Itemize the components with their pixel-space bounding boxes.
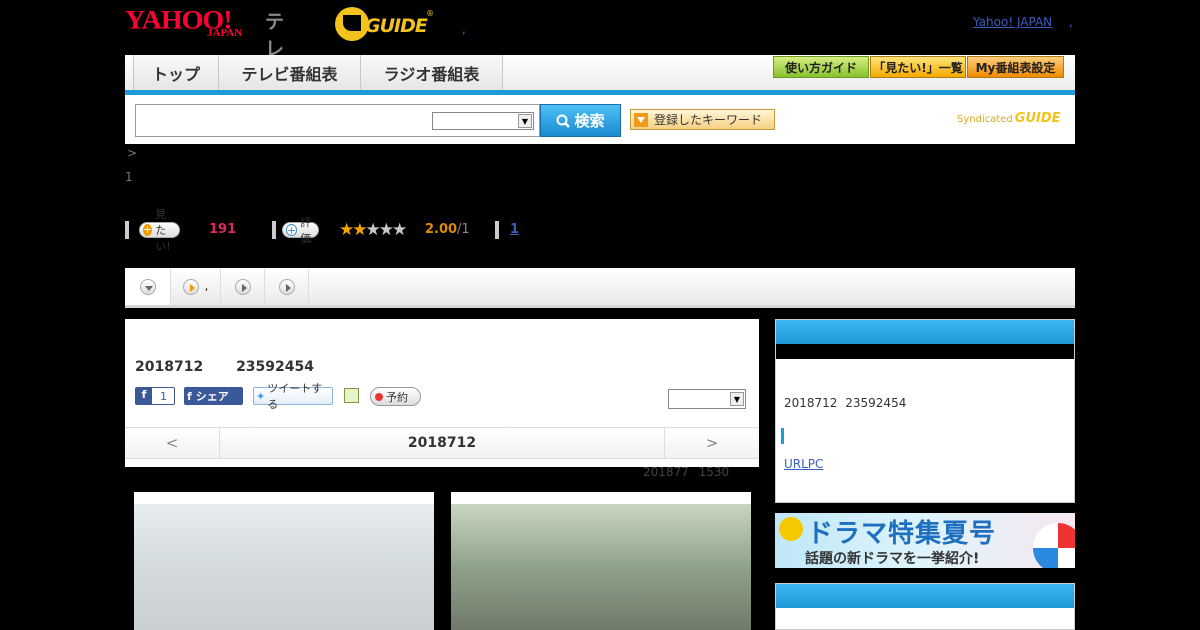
mitai-count: 191 xyxy=(209,222,237,237)
drama-special-banner[interactable]: ドラマ特集夏号 話題の新ドラマを一挙紹介! xyxy=(775,513,1075,568)
mitai-label: 見たい! xyxy=(155,208,171,253)
chevron-down-icon: ▼ xyxy=(730,392,744,406)
play-icon xyxy=(234,278,251,295)
banner-title: ドラマ特集夏号 xyxy=(807,519,997,549)
facebook-share-label: シェア xyxy=(195,390,229,403)
tab-radio-schedule[interactable]: ラジオ番組表 xyxy=(361,55,503,90)
plus-icon: + xyxy=(143,223,153,236)
search-bar: ▼ 検索 登録したキーワード Syndicated GUIDE xyxy=(125,95,1075,144)
play-icon xyxy=(182,278,199,295)
facebook-like-count: 1 xyxy=(160,389,167,403)
sun-icon xyxy=(779,517,803,541)
main-nav: トップ テレビ番組表 ラジオ番組表 使い方ガイド 「見たい!」一覧 My番組表設… xyxy=(125,55,1075,95)
registered-mark-icon: ® xyxy=(426,9,434,18)
yahoo-japan-link[interactable]: Yahoo! JAPAN xyxy=(973,15,1052,29)
my-schedule-settings-button[interactable]: My番組表設定 xyxy=(967,56,1064,78)
sidebar-panel: 2018712 23592454 URLPC xyxy=(775,319,1075,503)
reserve-button[interactable]: 予約 xyxy=(370,387,421,406)
saved-keywords-label: 登録したキーワード xyxy=(654,113,763,127)
subtab-2-label: , xyxy=(204,280,209,293)
tab-tv-schedule[interactable]: テレビ番組表 xyxy=(219,55,361,90)
tweet-label: ツイートする xyxy=(267,382,323,411)
facebook-icon: f xyxy=(136,388,152,404)
syndicated-gguide-logo: Syndicated GUIDE xyxy=(957,111,1061,126)
facebook-share-button[interactable]: f シェア xyxy=(184,387,243,405)
facebook-icon: f xyxy=(187,389,192,403)
updated-timestamp: 201877 1530 xyxy=(643,465,730,479)
program-subtabs: , xyxy=(125,268,1075,308)
facebook-like-button[interactable]: f1 xyxy=(135,387,175,405)
star-empty-icon: ★ xyxy=(392,220,407,240)
rating-stars: ★★★★★ xyxy=(339,220,407,240)
reviews-link[interactable]: 1 xyxy=(510,222,519,237)
rate-label: 評価 xyxy=(300,216,312,245)
outdoor-scene-image xyxy=(451,504,751,630)
star-filled-icon: ★ xyxy=(352,220,367,240)
tab-top[interactable]: トップ xyxy=(133,55,219,90)
chevron-down-icon: ▼ xyxy=(518,114,532,128)
subtab-1[interactable] xyxy=(125,268,171,305)
syndicated-logo-text: GUIDE xyxy=(1014,111,1061,126)
section-marker xyxy=(781,428,784,444)
banner-subtitle: 話題の新ドラマを一挙紹介! xyxy=(805,551,980,567)
calendar-add-icon[interactable] xyxy=(344,388,359,403)
star-empty-icon: ★ xyxy=(365,220,381,240)
record-dot-icon xyxy=(375,392,383,401)
previous-date-button[interactable]: < xyxy=(125,428,220,458)
twitter-bird-icon: ✦ xyxy=(256,389,266,403)
office-scene-image xyxy=(134,504,434,630)
gguide-logo-text: GUIDE xyxy=(365,15,428,37)
search-button-label: 検索 xyxy=(574,112,605,130)
sidebar-header xyxy=(776,320,1074,344)
sidebar-header-2 xyxy=(776,584,1074,608)
sidebar-date: 2018712 23592454 xyxy=(784,396,907,410)
play-icon xyxy=(278,278,295,295)
breadcrumb-arrow: > xyxy=(127,146,138,160)
divider xyxy=(272,221,276,239)
mitai-list-button[interactable]: 「見たい!」一覧 xyxy=(870,56,966,78)
mitai-button[interactable]: + 見たい! xyxy=(139,208,181,253)
reserve-label: 予約 xyxy=(386,390,408,404)
current-date: 2018712 xyxy=(407,435,477,451)
gguide-g-icon xyxy=(335,7,369,41)
dropdown-arrow-icon xyxy=(634,112,648,127)
search-icon xyxy=(556,114,571,128)
rate-button[interactable]: + 評価 xyxy=(282,216,319,245)
date-navigation: < 2018712 > xyxy=(125,427,759,459)
rating-count: /1 xyxy=(457,222,470,237)
breadcrumb-line: 1 xyxy=(125,170,133,184)
saved-keywords-button[interactable]: 登録したキーワード xyxy=(630,109,775,130)
subtab-2[interactable]: , xyxy=(171,268,221,305)
tweet-button[interactable]: ✦ ツイートする xyxy=(253,382,333,411)
japan-logo-text: JAPAN xyxy=(207,27,243,39)
search-category-select[interactable]: ▼ xyxy=(432,112,534,130)
star-empty-icon: ★ xyxy=(378,220,394,240)
divider xyxy=(495,221,499,239)
rating-value: 2.00 xyxy=(425,222,458,237)
star-filled-icon: ★ xyxy=(339,220,354,240)
header-separator: , xyxy=(462,22,466,36)
gguide-logo[interactable]: GUIDE ® xyxy=(335,7,435,41)
subtab-3[interactable] xyxy=(221,268,265,305)
subtab-4[interactable] xyxy=(265,268,309,305)
sidebar-panel-2 xyxy=(775,583,1075,630)
search-button[interactable]: 検索 xyxy=(540,104,621,137)
program-select[interactable]: ▼ xyxy=(668,389,746,409)
program-photo[interactable] xyxy=(451,492,751,630)
sidebar-subheader xyxy=(776,344,1074,359)
divider xyxy=(125,221,129,239)
usage-guide-button[interactable]: 使い方ガイド xyxy=(773,56,869,78)
program-title: 2018712 23592454 xyxy=(135,359,314,375)
next-date-button[interactable]: > xyxy=(664,428,759,458)
syndicated-label: Syndicated xyxy=(957,114,1013,125)
url-pc-link[interactable]: URLPC xyxy=(784,457,823,471)
plus-icon: + xyxy=(286,224,298,237)
program-main-panel: 2018712 23592454 f1 f シェア ✦ ツイートする 予約 ▼ < … xyxy=(125,319,759,467)
beach-ball-icon xyxy=(1033,523,1075,568)
program-photo[interactable] xyxy=(134,492,434,630)
arrow-down-icon xyxy=(139,278,156,295)
header-link-separator: , xyxy=(1069,15,1073,29)
